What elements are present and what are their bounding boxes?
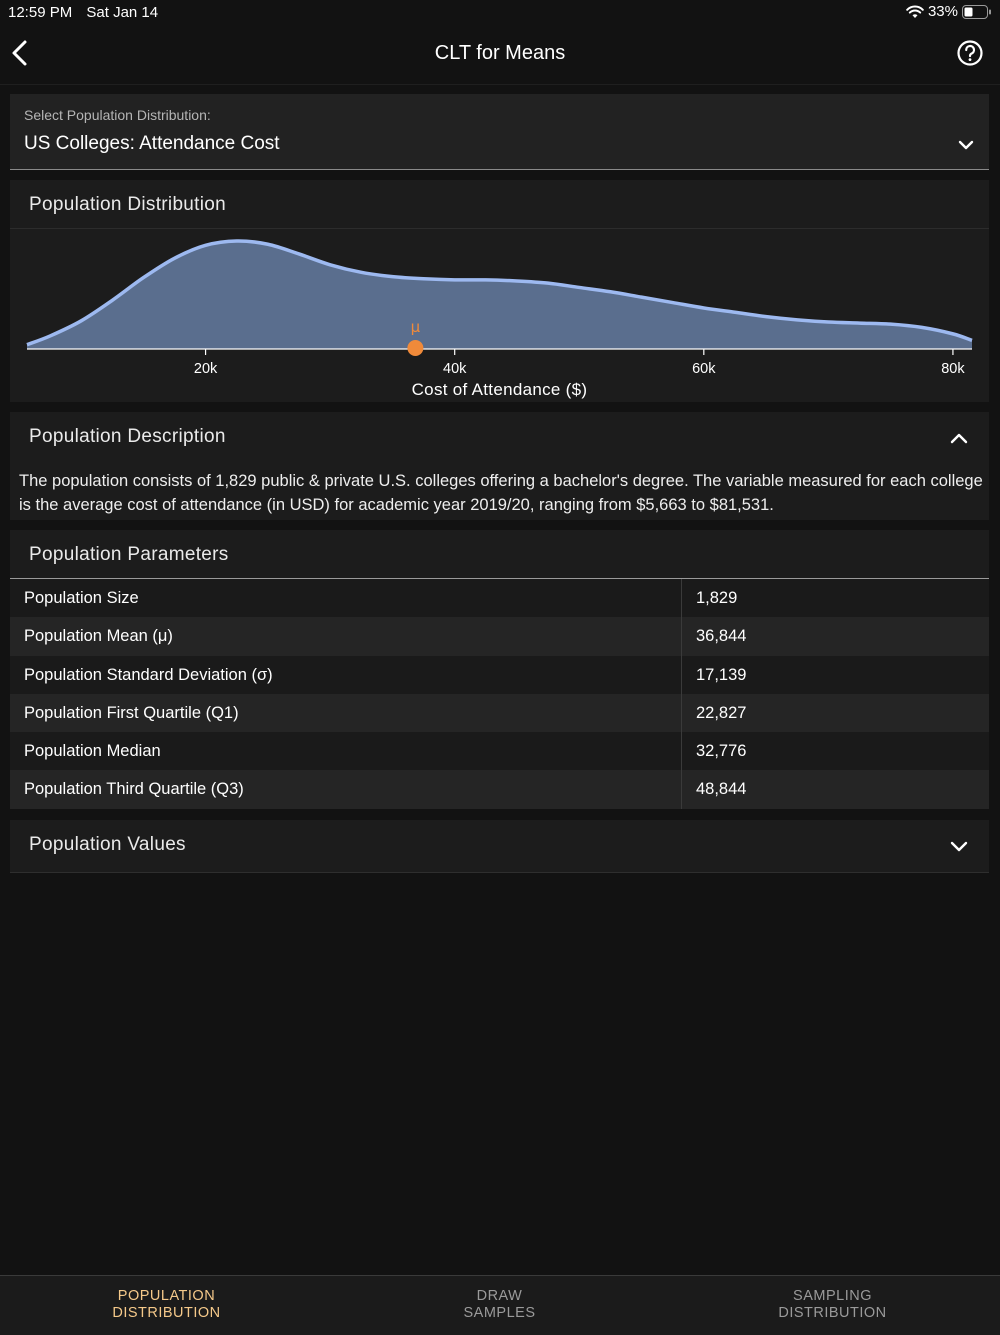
column-divider (681, 770, 682, 809)
tab-label-line2: DISTRIBUTION (778, 1305, 887, 1321)
x-tick-label: 40k (443, 361, 467, 377)
tab-label-line1: POPULATION (117, 1288, 216, 1304)
x-tick-label: 60k (692, 361, 716, 377)
population-values-card[interactable]: Population Values (10, 820, 989, 873)
chevron-up-icon[interactable] (949, 430, 969, 446)
battery-icon (962, 4, 991, 19)
select-label: Select Population Distribution: (24, 107, 211, 123)
card-title: Population Description (29, 426, 226, 447)
table-row: Population First Quartile (Q1) 22,827 (10, 693, 989, 733)
table-row: Population Standard Deviation (σ) 17,139 (10, 655, 989, 694)
battery-percent: 33% (927, 3, 958, 20)
distribution-area (27, 240, 972, 349)
status-date: Sat Jan 14 (86, 4, 159, 21)
card-title: Population Distribution (29, 194, 227, 215)
x-tick-label: 20k (194, 361, 218, 377)
table-row: Population Size 1,829 (10, 579, 989, 618)
chart-area: 20k 40k 60k 80k Cost of Attendance ($) μ (10, 228, 989, 403)
status-time: 12:59 PM (8, 4, 73, 21)
population-distribution-card: Population Distribution 20k 40k 60k 80k Cost… (10, 180, 989, 402)
column-divider (681, 732, 682, 771)
parameters-table: Population Size 1,829 Population Mean (μ… (10, 579, 989, 809)
param-name: Population Standard Deviation (σ) (24, 665, 273, 684)
status-bar: 12:59 PM Sat Jan 14 33% (0, 0, 1000, 26)
tab-sampling-distribution[interactable]: SAMPLING DISTRIBUTION (666, 1288, 999, 1322)
param-name: Population Mean (μ) (24, 627, 173, 646)
param-value: 1,829 (696, 589, 738, 607)
population-description-card: Population Description The population co… (10, 412, 989, 520)
param-name: Population First Quartile (Q1) (24, 703, 239, 722)
select-value: US Colleges: Attendance Cost (24, 133, 280, 154)
page-title: CLT for Means (434, 42, 566, 64)
tab-label-line1: DRAW (476, 1288, 523, 1304)
navigation-bar: CLT for Means (0, 26, 1000, 85)
param-value: 17,139 (696, 665, 747, 684)
card-title: Population Values (29, 834, 186, 855)
bottom-tab-bar: POPULATION DISTRIBUTION DRAW SAMPLES SAM… (0, 1275, 1000, 1335)
mean-marker-label: μ (411, 318, 421, 336)
param-value: 48,844 (696, 780, 747, 799)
param-value: 22,827 (696, 703, 747, 722)
wifi-icon (906, 5, 924, 18)
tab-label-line2: DISTRIBUTION (112, 1305, 221, 1321)
column-divider (681, 579, 682, 618)
param-value: 36,844 (696, 627, 747, 646)
chevron-down-icon (958, 140, 974, 150)
column-divider (681, 617, 682, 656)
param-name: Population Third Quartile (Q3) (24, 780, 244, 799)
chevron-down-icon[interactable] (949, 838, 969, 854)
card-header: Population Distribution (10, 180, 989, 228)
table-row: Population Median 32,776 (10, 732, 989, 771)
population-select[interactable]: Select Population Distribution: US Colle… (10, 94, 989, 170)
param-value: 32,776 (696, 742, 747, 761)
status-right: 33% (906, 3, 992, 20)
tab-label-line2: SAMPLES (463, 1305, 536, 1321)
mean-marker (407, 340, 424, 356)
x-axis-label: Cost of Attendance ($) (412, 380, 588, 399)
description-text: The population consists of 1,829 public … (19, 472, 983, 514)
card-header: Population Parameters (10, 530, 989, 579)
description-header[interactable]: Population Description (10, 412, 989, 460)
tab-draw-samples[interactable]: DRAW SAMPLES (333, 1288, 666, 1322)
card-title: Population Parameters (29, 544, 229, 565)
tab-label-line1: SAMPLING (793, 1288, 872, 1304)
table-row: Population Third Quartile (Q3) 48,844 (10, 770, 989, 809)
x-tick-label: 80k (941, 361, 965, 377)
column-divider (681, 655, 682, 694)
help-icon[interactable] (956, 39, 984, 67)
param-name: Population Size (24, 589, 139, 607)
table-row: Population Mean (μ) 36,844 (10, 617, 989, 656)
distribution-chart: 20k 40k 60k 80k Cost of Attendance ($) μ (26, 239, 973, 399)
tab-population-distribution[interactable]: POPULATION DISTRIBUTION (0, 1288, 333, 1322)
population-parameters-card: Population Parameters Population Size 1,… (10, 530, 989, 809)
param-name: Population Median (24, 742, 161, 761)
status-left: 12:59 PM Sat Jan 14 (8, 4, 168, 21)
column-divider (681, 693, 682, 733)
